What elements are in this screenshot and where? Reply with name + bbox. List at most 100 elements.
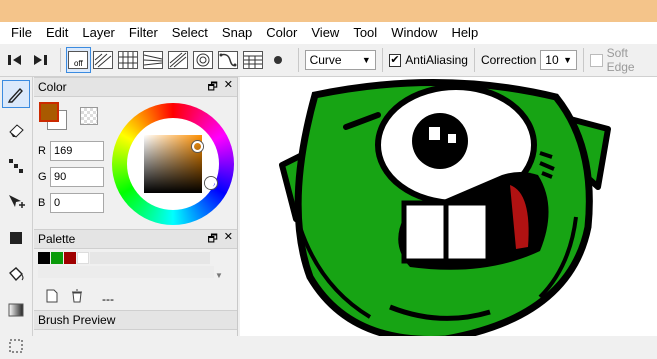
snap-off-label: off <box>74 59 83 68</box>
selection-icon <box>9 339 23 353</box>
palette-swatch[interactable] <box>64 252 76 264</box>
soft-edge-checkbox[interactable] <box>590 53 603 67</box>
redo-icon <box>34 55 48 65</box>
transparent-color-swatch[interactable] <box>80 107 98 125</box>
toolbar-separator <box>583 48 585 72</box>
palette-empty-area <box>90 252 210 264</box>
toolbar-separator <box>59 48 61 72</box>
gradient-icon <box>8 303 24 317</box>
trash-icon[interactable] <box>70 289 84 303</box>
color-panel-body: R 169 G 90 B 0 <box>34 97 237 229</box>
palette-panel-header: Palette 🗗 ✕ <box>34 229 237 249</box>
hue-ring[interactable] <box>112 103 234 225</box>
palette-panel-body: ▼ --- <box>34 249 237 310</box>
side-panels: Color 🗗 ✕ R 169 G 90 B 0 Palette 🗗 ✕ ▼ -… <box>34 77 238 336</box>
close-icon[interactable]: ✕ <box>224 230 233 249</box>
scroll-down-icon[interactable]: ▼ <box>215 271 223 280</box>
3d-perspective-icon <box>243 51 264 69</box>
r-label: R <box>38 145 46 157</box>
select-tool[interactable] <box>3 333 29 359</box>
parallel-lines-icon <box>93 51 114 69</box>
bucket-tool[interactable] <box>3 261 29 287</box>
snap-off-button[interactable]: off <box>65 47 91 73</box>
antialiasing-checkbox[interactable]: ✔ <box>388 53 402 67</box>
checkmark-icon: ✔ <box>390 53 400 66</box>
menu-edit[interactable]: Edit <box>39 22 75 44</box>
move-arrow-icon <box>9 195 25 208</box>
curve-mode-value: Curve <box>309 53 342 67</box>
menu-layer[interactable]: Layer <box>75 22 122 44</box>
menu-bar: File Edit Layer Filter Select Snap Color… <box>0 22 657 44</box>
fill-rect-tool[interactable] <box>3 225 29 251</box>
grid-icon <box>118 51 139 69</box>
menu-select[interactable]: Select <box>165 22 215 44</box>
brush-preview-panel-header: Brush Preview <box>34 310 237 330</box>
palette-swatch-row <box>38 252 210 264</box>
palette-swatch[interactable] <box>38 252 50 264</box>
correction-label: Correction <box>480 53 537 67</box>
menu-window[interactable]: Window <box>384 22 444 44</box>
color-panel-header: Color 🗗 ✕ <box>34 77 237 97</box>
curve-snap-icon <box>218 51 239 69</box>
color-panel-title: Color <box>38 80 67 94</box>
eraser-tool[interactable] <box>3 117 29 143</box>
g-label: G <box>38 171 47 183</box>
toolbar-separator <box>381 48 383 72</box>
toolbar-separator <box>473 48 475 72</box>
tool-options-bar: off Curve ▼ ✔ AntiAliasing Correction 10… <box>0 44 657 77</box>
snap-grid-button[interactable] <box>117 48 140 72</box>
perspective-icon <box>143 51 164 69</box>
palette-name-label: --- <box>102 292 114 306</box>
palette-swatch[interactable] <box>51 252 63 264</box>
brush-preview-panel-title: Brush Preview <box>38 313 116 327</box>
monster-drawing[interactable] <box>240 77 657 336</box>
chevron-down-icon: ▼ <box>563 55 573 65</box>
curve-mode-select[interactable]: Curve ▼ <box>304 50 376 70</box>
new-palette-icon[interactable] <box>46 289 58 303</box>
undock-icon[interactable]: 🗗 <box>207 230 217 249</box>
soft-edge-label: Soft Edge <box>606 46 635 74</box>
dot-icon <box>274 56 283 64</box>
blue-value-field[interactable]: 0 <box>50 193 104 213</box>
undo-icon <box>8 55 22 65</box>
fill-rect-icon <box>10 232 22 244</box>
snap-concentric-button[interactable] <box>192 48 215 72</box>
undock-icon[interactable]: 🗗 <box>207 78 217 97</box>
eraser-icon <box>9 124 24 138</box>
primary-color-swatch[interactable] <box>39 102 59 122</box>
snap-perspective-button[interactable] <box>142 48 165 72</box>
snap-3d-perspective-button[interactable] <box>242 48 265 72</box>
canvas-area[interactable]: firealpaca.mdp <box>240 77 657 336</box>
palette-swatch[interactable] <box>77 252 89 264</box>
undo-button[interactable] <box>4 48 27 72</box>
pen-tool[interactable] <box>2 80 30 108</box>
menu-color[interactable]: Color <box>259 22 304 44</box>
dot-tool[interactable] <box>3 153 29 179</box>
gradient-tool[interactable] <box>3 297 29 323</box>
toolbar-separator <box>297 48 299 72</box>
menu-file[interactable]: File <box>4 22 39 44</box>
correction-select[interactable]: 10 ▼ <box>540 50 578 70</box>
palette-panel-title: Palette <box>38 232 76 246</box>
menu-help[interactable]: Help <box>444 22 485 44</box>
snap-parallel-button[interactable] <box>92 48 115 72</box>
chevron-down-icon: ▼ <box>361 55 371 65</box>
concentric-circles-icon <box>193 51 214 69</box>
menu-view[interactable]: View <box>304 22 346 44</box>
red-value-field[interactable]: 169 <box>50 141 104 161</box>
sv-picker-handle[interactable] <box>192 141 203 152</box>
redo-button[interactable] <box>29 48 52 72</box>
antialiasing-label: AntiAliasing <box>405 53 468 67</box>
snap-curve-button[interactable] <box>217 48 240 72</box>
green-value-field[interactable]: 90 <box>50 167 104 187</box>
menu-snap[interactable]: Snap <box>215 22 259 44</box>
close-icon[interactable]: ✕ <box>224 78 233 97</box>
move-tool[interactable] <box>3 189 29 215</box>
menu-filter[interactable]: Filter <box>122 22 165 44</box>
menu-tool[interactable]: Tool <box>346 22 384 44</box>
window-title-bar <box>0 0 657 22</box>
hue-picker-handle[interactable] <box>205 177 217 189</box>
tools-panel <box>0 77 33 353</box>
brush-dot-button[interactable] <box>267 48 290 72</box>
snap-radial-button[interactable] <box>167 48 190 72</box>
